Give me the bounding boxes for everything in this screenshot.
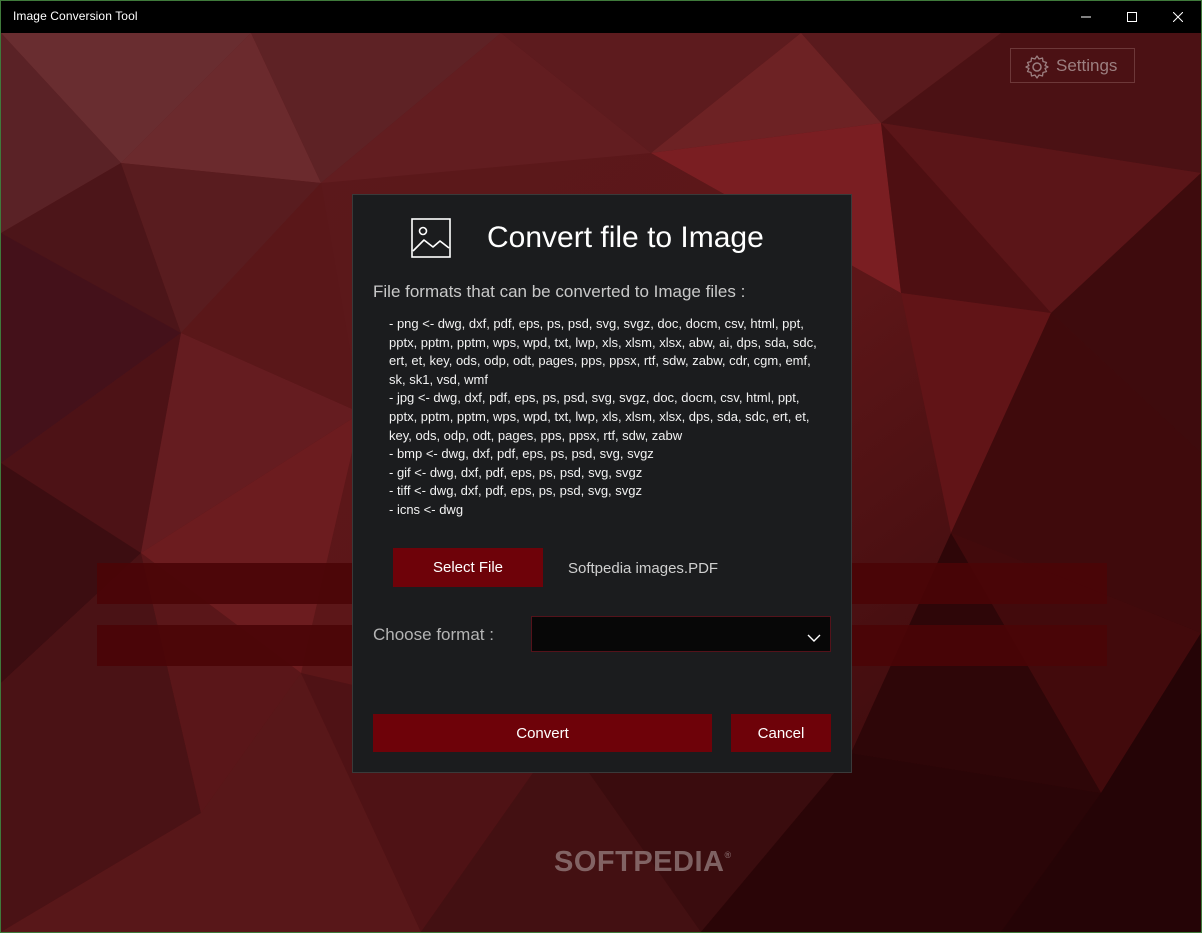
convert-dialog: Convert file to Image File formats that … — [352, 194, 852, 773]
image-icon — [411, 218, 451, 262]
close-button[interactable] — [1155, 1, 1201, 33]
format-line-jpg: - jpg <- dwg, dxf, pdf, eps, ps, psd, sv… — [389, 390, 810, 443]
convert-button[interactable]: Convert — [373, 714, 712, 752]
settings-label: Settings — [1056, 56, 1118, 75]
close-icon — [1173, 12, 1183, 22]
select-file-button[interactable]: Select File — [393, 548, 543, 587]
maximize-icon — [1127, 12, 1137, 22]
cancel-button[interactable]: Cancel — [731, 714, 831, 752]
title-bar: Image Conversion Tool — [1, 1, 1201, 33]
dialog-title: Convert file to Image — [487, 221, 764, 254]
format-line-icns: - icns <- dwg — [389, 501, 464, 517]
gear-icon — [1024, 54, 1050, 84]
minimize-icon — [1081, 16, 1091, 18]
maximize-button[interactable] — [1109, 1, 1155, 33]
format-line-tiff: - tiff <- dwg, dxf, pdf, eps, ps, psd, s… — [389, 483, 643, 499]
format-line-png: - png <- dwg, dxf, pdf, eps, ps, psd, sv… — [389, 316, 817, 387]
format-dropdown[interactable] — [531, 616, 831, 652]
app-window: Image Conversion Tool Settings SOFTPEDIA… — [0, 0, 1202, 933]
supported-formats-list: - png <- dwg, dxf, pdf, eps, ps, psd, sv… — [389, 315, 829, 520]
format-line-bmp: - bmp <- dwg, dxf, pdf, eps, ps, psd, sv… — [389, 446, 654, 462]
selected-file-name: Softpedia images.PDF — [568, 560, 719, 577]
choose-format-label: Choose format : — [373, 625, 494, 644]
format-line-gif: - gif <- dwg, dxf, pdf, eps, ps, psd, sv… — [389, 464, 643, 480]
dialog-subtitle: File formats that can be converted to Im… — [373, 282, 746, 301]
settings-button[interactable]: Settings — [1010, 48, 1135, 83]
minimize-button[interactable] — [1063, 1, 1109, 33]
window-title: Image Conversion Tool — [13, 9, 138, 23]
chevron-down-icon — [807, 628, 821, 647]
softpedia-watermark: SOFTPEDIA® — [554, 846, 732, 878]
